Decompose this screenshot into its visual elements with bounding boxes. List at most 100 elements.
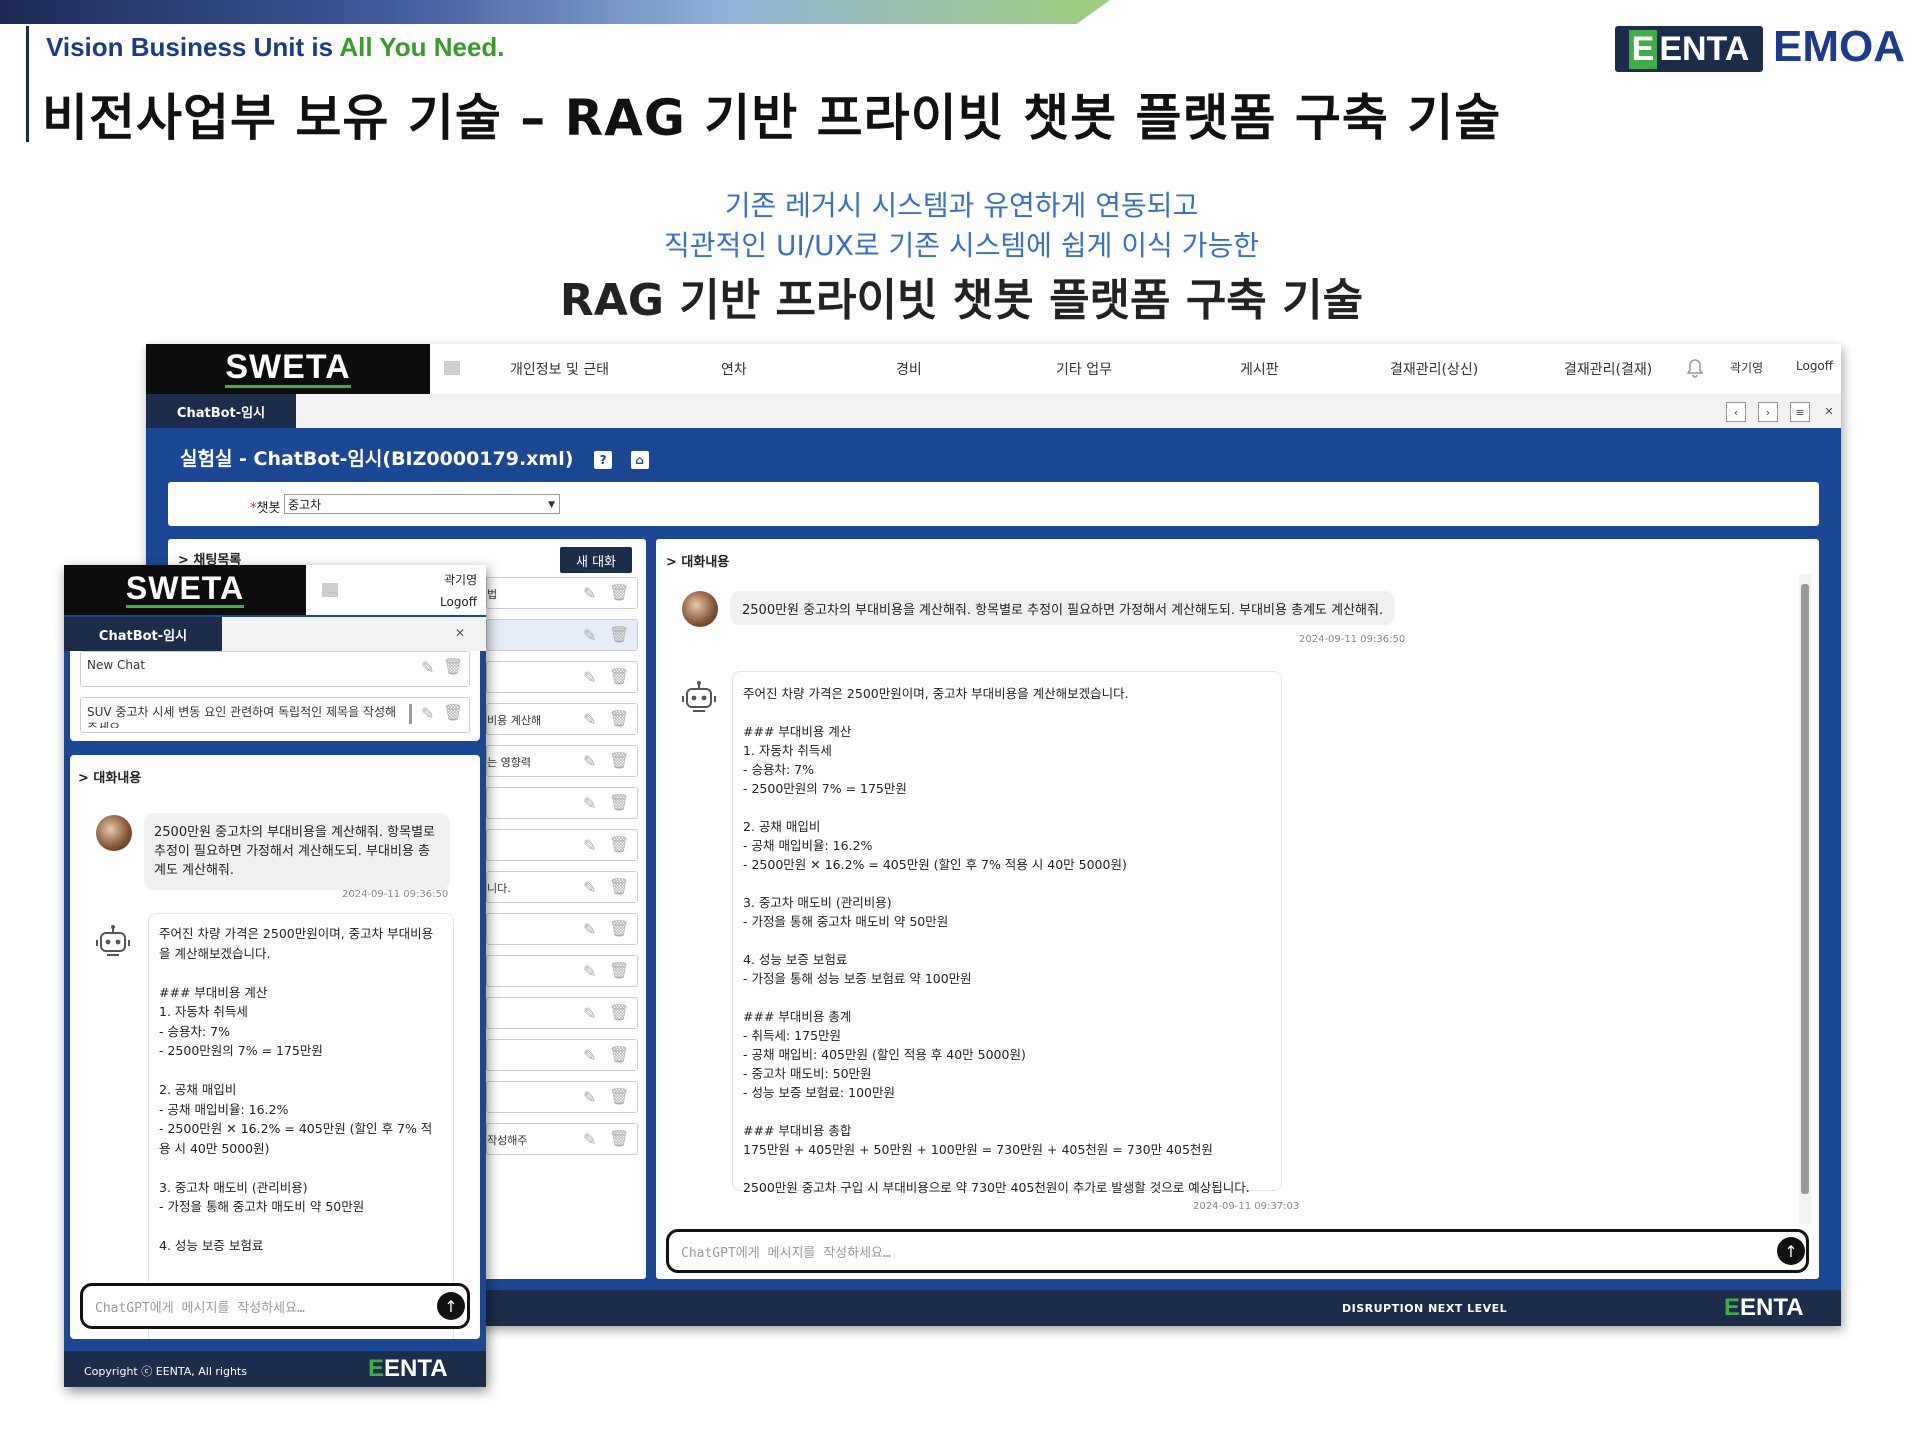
close-tab-icon[interactable]: ✕ [452, 625, 468, 641]
trash-icon[interactable]: 🗑 [609, 625, 629, 644]
top-navigation: SWETA 개인정보 및 근태 연차 경비 기타 업무 게시판 결재관리(상신)… [146, 344, 1841, 395]
edit-icon[interactable]: ✎ [583, 1004, 596, 1023]
scrollbar-thumb[interactable] [1801, 584, 1809, 1194]
edit-icon[interactable]: ✎ [583, 878, 596, 897]
sweta-logo[interactable]: SWETA [146, 344, 430, 394]
menu-toggle-icon[interactable] [322, 583, 338, 597]
nav-item-approval-approve[interactable]: 결재관리(결재) [1564, 359, 1652, 379]
chat-list-item[interactable]: ✎ 🗑 [486, 661, 638, 693]
trash-icon[interactable]: 🗑 [609, 751, 629, 770]
sweta-logo[interactable]: SWETA [64, 565, 306, 615]
nav-item-approval-submit[interactable]: 결재관리(상신) [1390, 359, 1478, 379]
trash-icon[interactable]: 🗑 [609, 667, 629, 686]
trash-icon[interactable]: 🗑 [443, 703, 463, 722]
user-avatar [96, 815, 132, 851]
user-message-timestamp: 2024-09-11 09:36:50 [342, 889, 449, 900]
chat-list-item[interactable]: ✎ 🗑 [486, 955, 638, 987]
mobile-footer: Copyright ⓒ EENTA, All rights EENTA [64, 1351, 486, 1387]
chat-list-item[interactable]: ✎ 🗑 [486, 1081, 638, 1113]
chat-list-item[interactable]: ✎ 🗑 [486, 997, 638, 1029]
tab-chatbot-temp[interactable]: ChatBot-임시 [146, 394, 296, 428]
send-button[interactable]: ↑ [437, 1292, 465, 1320]
trash-icon[interactable]: 🗑 [609, 835, 629, 854]
send-button[interactable]: ↑ [1777, 1237, 1805, 1265]
nav-item-other-work[interactable]: 기타 업무 [1056, 359, 1112, 379]
scroll-indicator [409, 704, 412, 724]
menu-toggle-icon[interactable] [444, 361, 460, 375]
edit-icon[interactable]: ✎ [583, 836, 596, 855]
edit-icon[interactable]: ✎ [583, 1130, 596, 1149]
trash-icon[interactable]: 🗑 [609, 877, 629, 896]
nav-item-personal-info[interactable]: 개인정보 및 근태 [510, 359, 609, 379]
nav-item-board[interactable]: 게시판 [1240, 359, 1279, 379]
bot-message: 주어진 차량 가격은 2500만원이며, 중고차 부대비용을 계산해보겠습니다.… [148, 913, 454, 1339]
chat-list-item[interactable]: ✎ 🗑 [486, 1039, 638, 1071]
chat-list-item[interactable]: ✎ 🗑 [486, 619, 638, 651]
trash-icon[interactable]: 🗑 [609, 919, 629, 938]
mobile-tab-bar: ChatBot-임시 ✕ [64, 617, 486, 651]
trash-icon[interactable]: 🗑 [609, 1129, 629, 1148]
edit-icon[interactable]: ✎ [583, 794, 596, 813]
chat-list-item[interactable]: 는 영향력 ✎ 🗑 [486, 745, 638, 777]
chatbot-select[interactable]: 중고차 ▼ [284, 494, 560, 514]
message-input[interactable]: ChatGPT에게 메시지를 작성하세요… ↑ [666, 1229, 1809, 1273]
tagline-highlight: All You Need. [339, 32, 505, 62]
tagline: Vision Business Unit is All You Need. [46, 32, 505, 62]
chat-list-item-title: 법 [487, 588, 498, 601]
bot-message: 주어진 차량 가격은 2500만원이며, 중고차 부대비용을 계산해보겠습니다.… [732, 671, 1282, 1195]
conversation-scrollbar[interactable] [1799, 574, 1811, 1224]
trash-icon[interactable]: 🗑 [609, 793, 629, 812]
notification-bell-icon[interactable] [1686, 358, 1704, 378]
edit-icon[interactable]: ✎ [583, 920, 596, 939]
edit-icon[interactable]: ✎ [421, 704, 434, 723]
next-tab-icon[interactable]: › [1758, 402, 1778, 422]
page-title: 실험실 - ChatBot-임시(BIZ0000179.xml) ? ⌂ [180, 444, 649, 471]
chat-list-item[interactable]: ✎ 🗑 [486, 829, 638, 861]
edit-icon[interactable]: ✎ [583, 710, 596, 729]
trash-icon[interactable]: 🗑 [609, 583, 629, 602]
footer-eenta-logo: EENTA [1724, 1294, 1804, 1321]
home-icon[interactable]: ⌂ [630, 450, 649, 469]
chat-list-item[interactable]: 법 ✎ 🗑 [486, 577, 638, 609]
tab-chatbot-temp[interactable]: ChatBot-임시 [64, 617, 222, 651]
user-name: 곽기영 [1730, 361, 1764, 375]
edit-icon[interactable]: ✎ [583, 1046, 596, 1065]
edit-icon[interactable]: ✎ [583, 1088, 596, 1107]
edit-icon[interactable]: ✎ [583, 626, 596, 645]
trash-icon[interactable]: 🗑 [609, 961, 629, 980]
trash-icon[interactable]: 🗑 [443, 657, 463, 676]
message-input[interactable]: ChatGPT에게 메시지를 작성하세요… ↑ [80, 1283, 470, 1329]
trash-icon[interactable]: 🗑 [609, 1087, 629, 1106]
mobile-header: SWETA 곽기영 Logoff [64, 565, 486, 615]
help-icon[interactable]: ? [594, 450, 613, 469]
trash-icon[interactable]: 🗑 [609, 709, 629, 728]
arrow-up-icon: ↑ [1784, 1241, 1798, 1261]
conversation-title: > 대화내용 [78, 771, 142, 786]
new-chat-button[interactable]: 새 대화 [560, 547, 632, 573]
chat-list-item[interactable]: New Chat ✎ 🗑 [80, 651, 470, 687]
conversation-panel: > 대화내용 2500만원 중고차의 부대비용을 계산해줘. 항목별로 추정이 … [656, 539, 1819, 1279]
logoff-link[interactable]: Logoff [440, 595, 477, 609]
trash-icon[interactable]: 🗑 [609, 1045, 629, 1064]
chat-list-item[interactable]: 니다. ✎ 🗑 [486, 871, 638, 903]
edit-icon[interactable]: ✎ [421, 658, 434, 677]
chat-list-item[interactable]: ✎ 🗑 [486, 787, 638, 819]
chat-list-item[interactable]: 비용 계산해 ✎ 🗑 [486, 703, 638, 735]
nav-item-annual-leave[interactable]: 연차 [721, 359, 747, 379]
prev-tab-icon[interactable]: ‹ [1726, 402, 1746, 422]
trash-icon[interactable]: 🗑 [609, 1003, 629, 1022]
chat-list-item[interactable]: 작성해주 ✎ 🗑 [486, 1123, 638, 1155]
chat-list-item[interactable]: ✎ 🗑 [486, 913, 638, 945]
logoff-link[interactable]: Logoff [1796, 359, 1833, 373]
edit-icon[interactable]: ✎ [583, 668, 596, 687]
chat-list-item-title: 는 영향력 [487, 756, 531, 769]
chat-list-item[interactable]: SUV 중고차 시세 변동 요인 관련하여 독립적인 제목을 작성해주세요 ✎ … [80, 697, 470, 733]
edit-icon[interactable]: ✎ [583, 962, 596, 981]
mobile-conversation-panel: > 대화내용 2500만원 중고차의 부대비용을 계산해줘. 항목별로 추정이 … [70, 755, 480, 1339]
edit-icon[interactable]: ✎ [583, 584, 596, 603]
nav-item-expenses[interactable]: 경비 [896, 359, 922, 379]
user-avatar [682, 591, 718, 627]
tab-list-icon[interactable]: ≡ [1790, 402, 1810, 422]
close-tab-icon[interactable]: ✕ [1820, 402, 1838, 420]
edit-icon[interactable]: ✎ [583, 752, 596, 771]
